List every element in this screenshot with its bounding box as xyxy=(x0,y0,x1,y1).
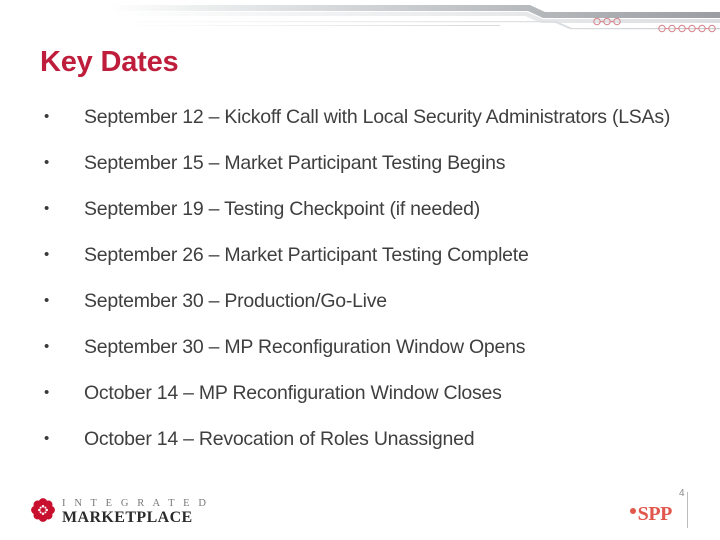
footer-vertical-divider xyxy=(687,492,688,528)
page-number-group: 4 xyxy=(676,488,698,532)
list-item-label: September 26 – Market Participant Testin… xyxy=(84,244,529,266)
header-bar-upper xyxy=(108,5,720,18)
slide-footer: I N T E G R A T E D MARKETPLACE SPP 4 xyxy=(0,480,720,540)
list-item-label: September 12 – Kickoff Call with Local S… xyxy=(84,106,671,128)
list-item-label: September 30 – Production/Go-Live xyxy=(84,290,387,312)
list-item-label: September 19 – Testing Checkpoint (if ne… xyxy=(84,198,480,220)
bullet-marker-icon: • xyxy=(44,292,50,309)
list-item-label: October 14 – Revocation of Roles Unassig… xyxy=(84,428,475,450)
spp-logo: SPP xyxy=(629,503,673,526)
list-item: • September 30 – MP Reconfiguration Wind… xyxy=(40,334,688,360)
list-item-label: October 14 – MP Reconfiguration Window C… xyxy=(84,382,502,404)
header-line-lower-2 xyxy=(118,25,500,26)
spp-wordmark: SPP xyxy=(637,503,673,525)
list-item: • September 26 – Market Participant Test… xyxy=(40,242,688,268)
list-item: • October 14 – MP Reconfiguration Window… xyxy=(40,380,688,406)
list-item: • September 19 – Testing Checkpoint (if … xyxy=(40,196,688,222)
list-item: • September 30 – Production/Go-Live xyxy=(40,288,688,314)
spp-dot-icon xyxy=(629,508,636,514)
list-item: • September 12 – Kickoff Call with Local… xyxy=(40,104,688,130)
bullet-marker-icon: • xyxy=(44,108,50,125)
list-item: • October 14 – Revocation of Roles Unass… xyxy=(40,426,688,452)
bullet-marker-icon: • xyxy=(44,154,50,171)
marketplace-emblem-icon xyxy=(30,497,56,528)
page-number: 4 xyxy=(679,488,685,499)
page-title: Key Dates xyxy=(40,46,179,78)
key-dates-list: • September 12 – Kickoff Call with Local… xyxy=(40,104,688,452)
header-swoosh-graphic xyxy=(108,5,720,33)
list-item-label: September 30 – MP Reconfiguration Window… xyxy=(84,336,526,358)
logo-line-integrated: I N T E G R A T E D xyxy=(62,497,210,509)
bullet-marker-icon: • xyxy=(44,246,50,263)
bullet-marker-icon: • xyxy=(44,430,50,447)
bullet-marker-icon: • xyxy=(44,200,50,217)
list-item: • September 15 – Market Participant Test… xyxy=(40,150,688,176)
list-item-label: September 15 – Market Participant Testin… xyxy=(84,152,506,174)
bullet-marker-icon: • xyxy=(44,384,50,401)
logo-line-marketplace: MARKETPLACE xyxy=(62,509,193,527)
header-decoration xyxy=(0,0,720,40)
bullet-marker-icon: • xyxy=(44,338,50,355)
integrated-marketplace-logo: I N T E G R A T E D MARKETPLACE xyxy=(30,497,209,528)
